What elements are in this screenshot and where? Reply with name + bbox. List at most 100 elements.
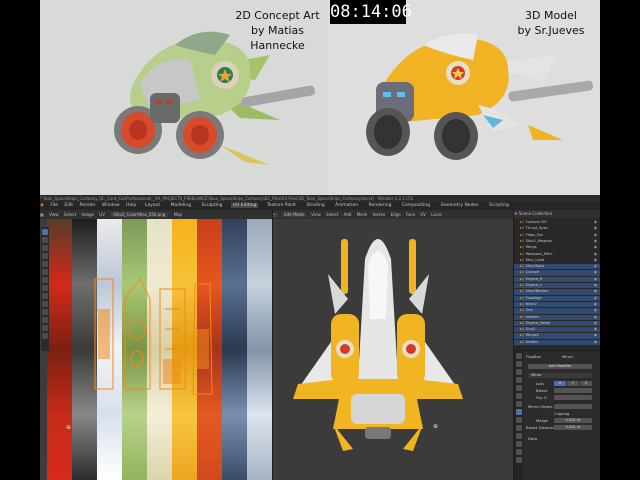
uv-editor-canvas[interactable]: ⊕ (40, 219, 272, 480)
vp-menu-edge[interactable]: Edge (391, 212, 401, 217)
visibility-eye-icon[interactable]: ◉ (594, 245, 597, 250)
outliner-item[interactable]: ▸▽ Fuselage ◉ (514, 295, 600, 301)
outliner-item[interactable]: ▸▽ Ship2Spec ◉ (514, 264, 600, 270)
flip-toggles[interactable] (554, 395, 592, 400)
move-tool-icon[interactable] (42, 244, 48, 251)
tab-uv-editing[interactable]: UV Editing (230, 203, 259, 208)
outliner-item[interactable]: ▸▽ Details ◉ (514, 339, 600, 346)
uv-menu-select[interactable]: Select (64, 212, 76, 217)
visibility-eye-icon[interactable]: ◉ (594, 321, 597, 326)
outliner-item[interactable]: ▸▽ Fins ◉ (514, 308, 600, 314)
data-tab-icon[interactable] (515, 441, 522, 447)
select-tool-icon[interactable] (42, 228, 48, 235)
vp-menu-vertex[interactable]: Vertex (373, 212, 386, 217)
visibility-eye-icon[interactable]: ◉ (594, 270, 597, 275)
visibility-eye-icon[interactable]: ◉ (594, 308, 597, 313)
outliner-item[interactable]: ▸▽ Engine_Detail ◉ (514, 320, 600, 327)
uv-map-selector[interactable]: Map (174, 212, 182, 217)
outliner-item[interactable]: ▸▽ Nose2 ◉ (514, 301, 600, 308)
rotate-tool-icon[interactable] (42, 252, 48, 259)
visibility-eye-icon[interactable]: ◉ (594, 277, 597, 282)
visibility-eye-icon[interactable]: ◉ (594, 296, 597, 301)
mirror-modifier-header[interactable]: Mirror (528, 373, 592, 378)
outliner-item[interactable]: ▸▽ Intakes ◉ (514, 314, 600, 320)
outliner-item[interactable]: ▸▽ Thrust_Spec ◉ (514, 226, 600, 231)
scale-tool-icon[interactable] (42, 260, 48, 267)
outliner-item[interactable]: ▸▽ Engine_L ◉ (514, 283, 600, 289)
outliner-item[interactable]: ▸▽ Weapons_Mirrr ◉ (514, 252, 600, 257)
visibility-eye-icon[interactable]: ◉ (594, 252, 597, 257)
visibility-eye-icon[interactable]: ◉ (594, 289, 597, 294)
sample-tool-icon[interactable] (42, 324, 48, 331)
grab-tool-icon[interactable] (42, 284, 48, 291)
rip-tool-icon[interactable] (42, 308, 48, 315)
vp-menu-select[interactable]: Select (326, 212, 338, 217)
object-tab-icon[interactable] (515, 401, 522, 407)
constraints-tab-icon[interactable] (515, 433, 522, 439)
vp-menu-uv[interactable]: UV (420, 212, 426, 217)
tab-layout[interactable]: Layout (143, 203, 162, 208)
tab-scripting[interactable]: Scripting (487, 203, 511, 208)
tool-tab-icon[interactable] (515, 353, 522, 359)
visibility-eye-icon[interactable]: ◉ (594, 226, 597, 231)
uv-image-selector[interactable]: Ship2_ColorAtlas_256.png (110, 212, 169, 217)
add-modifier-button[interactable]: Add Modifier (528, 364, 592, 369)
blender-logo-icon[interactable]: ◉ (40, 203, 44, 208)
outliner-item[interactable]: ▸▽ Gun2 ◉ (514, 327, 600, 333)
outliner-item[interactable]: ▸▽ Cockpit.001 ◉ (514, 220, 600, 225)
visibility-eye-icon[interactable]: ◉ (594, 283, 597, 288)
outliner-item[interactable]: ▸▽ Ship2Bodies ◉ (514, 289, 600, 295)
menu-window[interactable]: Window (102, 203, 120, 208)
world-tab-icon[interactable] (515, 393, 522, 399)
tab-shading[interactable]: Shading (304, 203, 326, 208)
outliner-item[interactable]: ▸▽ Ship2_Weapon ◉ (514, 239, 600, 244)
visibility-eye-icon[interactable]: ◉ (594, 302, 597, 307)
visibility-eye-icon[interactable]: ◉ (594, 333, 597, 338)
visibility-eye-icon[interactable]: ◉ (594, 340, 597, 345)
visibility-eye-icon[interactable]: ◉ (594, 258, 597, 263)
relax-tool-icon[interactable] (42, 292, 48, 299)
snap-tool-icon[interactable] (42, 332, 48, 339)
menu-edit[interactable]: Edit (64, 203, 73, 208)
material-tab-icon[interactable] (515, 449, 522, 455)
particles-tab-icon[interactable] (515, 417, 522, 423)
pinch-tool-icon[interactable] (42, 300, 48, 307)
axis-x-toggle[interactable]: X (554, 381, 566, 386)
vp-menu-face[interactable]: Face (406, 212, 415, 217)
menu-render[interactable]: Render (80, 203, 96, 208)
annotate-tool-icon[interactable] (42, 276, 48, 283)
output-tab-icon[interactable] (515, 369, 522, 375)
orientation-selector[interactable]: Local (431, 212, 441, 217)
visibility-eye-icon[interactable]: ◉ (594, 239, 597, 244)
viewport-editor-type-icon[interactable]: ◰ (273, 212, 277, 217)
visibility-eye-icon[interactable]: ◉ (594, 264, 597, 269)
modifier-tab-icon[interactable] (515, 409, 522, 415)
axis-y-toggle[interactable]: Y (567, 381, 579, 386)
tab-sculpting[interactable]: Sculpting (200, 203, 225, 208)
render-tab-icon[interactable] (515, 361, 522, 367)
visibility-eye-icon[interactable]: ◉ (594, 315, 597, 320)
menu-file[interactable]: File (50, 203, 58, 208)
bisect-toggles[interactable] (554, 388, 592, 393)
visibility-eye-icon[interactable]: ◉ (594, 327, 597, 332)
vp-menu-mesh[interactable]: Mesh (357, 212, 368, 217)
outliner-item[interactable]: ▸▽ Engine_R ◉ (514, 276, 600, 283)
outliner-item[interactable]: ▸▽ Flaps_Sec ◉ (514, 233, 600, 238)
vp-menu-view[interactable]: View (311, 212, 321, 217)
bisect-distance-field[interactable]: 0.001 m (554, 425, 592, 430)
scene-tab-icon[interactable] (515, 385, 522, 391)
axis-z-toggle[interactable]: Z (580, 381, 592, 386)
3d-viewport[interactable]: ⊕ (273, 219, 513, 480)
outliner-item[interactable]: ▸▽ Wings ◉ (514, 245, 600, 250)
uv-menu-uv[interactable]: UV (99, 212, 105, 217)
vp-menu-add[interactable]: Add (344, 212, 352, 217)
visibility-eye-icon[interactable]: ◉ (594, 220, 597, 225)
physics-tab-icon[interactable] (515, 425, 522, 431)
merge-distance-field[interactable]: 0.001 m (554, 418, 592, 423)
view-layer-tab-icon[interactable] (515, 377, 522, 383)
cursor-tool-icon[interactable] (42, 236, 48, 243)
texture-tab-icon[interactable] (515, 457, 522, 463)
uv-menu-view[interactable]: View (49, 212, 59, 217)
tab-geometry-nodes[interactable]: Geometry Nodes (439, 203, 481, 208)
tab-compositing[interactable]: Compositing (400, 203, 432, 208)
